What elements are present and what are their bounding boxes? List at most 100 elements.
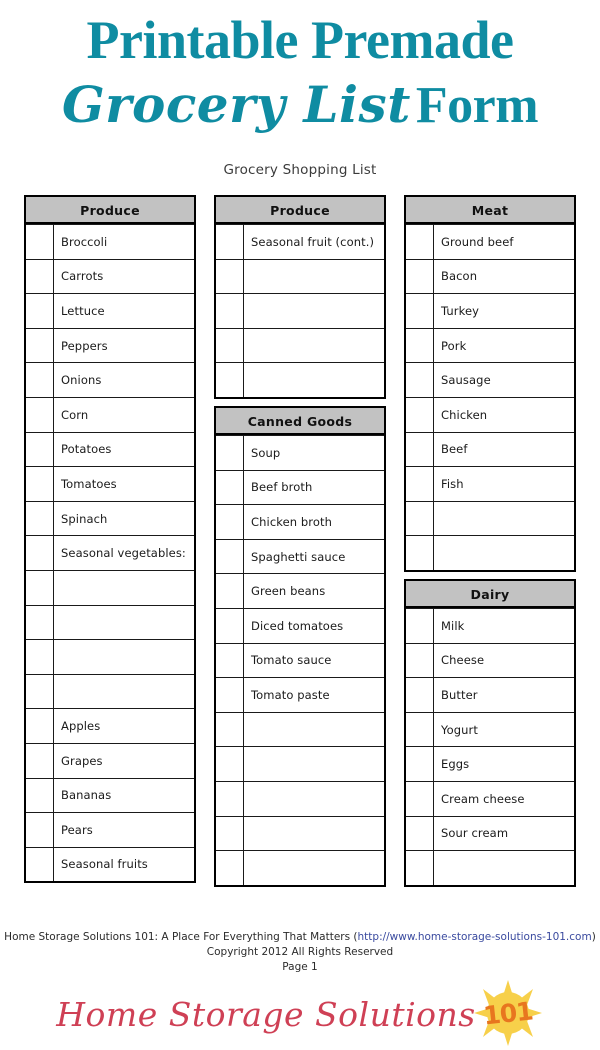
item-cell[interactable]: Potatoes (54, 433, 194, 467)
item-cell[interactable]: Bacon (434, 260, 574, 294)
item-cell[interactable]: Chicken broth (244, 505, 384, 539)
checkbox-cell[interactable] (406, 608, 434, 643)
checkbox-cell[interactable] (406, 363, 434, 397)
checkbox-cell[interactable] (216, 225, 244, 259)
checkbox-cell[interactable] (26, 501, 54, 536)
item-cell[interactable]: Yogurt (434, 713, 574, 747)
checkbox-cell[interactable] (406, 432, 434, 467)
item-cell[interactable] (54, 640, 194, 674)
item-cell[interactable] (244, 363, 384, 397)
checkbox-cell[interactable] (406, 225, 434, 259)
checkbox-cell[interactable] (216, 747, 244, 781)
item-cell[interactable]: Chicken (434, 398, 574, 432)
item-cell[interactable]: Apples (54, 709, 194, 743)
checkbox-cell[interactable] (216, 505, 244, 539)
item-cell[interactable] (434, 502, 574, 536)
checkbox-cell[interactable] (216, 851, 244, 885)
checkbox-cell[interactable] (406, 397, 434, 432)
checkbox-cell[interactable] (216, 608, 244, 643)
checkbox-cell[interactable] (406, 851, 434, 885)
checkbox-cell[interactable] (216, 259, 244, 294)
checkbox-cell[interactable] (216, 435, 244, 470)
item-cell[interactable]: Cheese (434, 644, 574, 678)
checkbox-cell[interactable] (216, 539, 244, 574)
checkbox-cell[interactable] (26, 259, 54, 294)
item-cell[interactable]: Pork (434, 329, 574, 363)
checkbox-cell[interactable] (26, 397, 54, 432)
checkbox-cell[interactable] (216, 363, 244, 397)
checkbox-cell[interactable] (26, 640, 54, 674)
checkbox-cell[interactable] (406, 781, 434, 816)
checkbox-cell[interactable] (26, 467, 54, 501)
item-cell[interactable]: Ground beef (434, 225, 574, 259)
item-cell[interactable]: Sour cream (434, 817, 574, 851)
checkbox-cell[interactable] (26, 743, 54, 778)
checkbox-cell[interactable] (406, 259, 434, 294)
checkbox-cell[interactable] (216, 712, 244, 747)
item-cell[interactable] (244, 294, 384, 328)
item-cell[interactable]: Green beans (244, 574, 384, 608)
item-cell[interactable]: Seasonal fruit (cont.) (244, 225, 384, 259)
item-cell[interactable]: Beef broth (244, 471, 384, 505)
checkbox-cell[interactable] (216, 678, 244, 712)
item-cell[interactable]: Pears (54, 813, 194, 847)
item-cell[interactable]: Seasonal vegetables: (54, 536, 194, 570)
item-cell[interactable]: Soup (244, 436, 384, 470)
checkbox-cell[interactable] (26, 294, 54, 328)
checkbox-cell[interactable] (26, 432, 54, 467)
item-cell[interactable]: Onions (54, 363, 194, 397)
item-cell[interactable]: Seasonal fruits (54, 848, 194, 882)
item-cell[interactable]: Tomato paste (244, 678, 384, 712)
item-cell[interactable] (244, 817, 384, 851)
checkbox-cell[interactable] (26, 536, 54, 570)
item-cell[interactable]: Diced tomatoes (244, 609, 384, 643)
checkbox-cell[interactable] (406, 643, 434, 678)
checkbox-cell[interactable] (216, 781, 244, 816)
checkbox-cell[interactable] (406, 712, 434, 747)
item-cell[interactable]: Bananas (54, 779, 194, 813)
checkbox-cell[interactable] (26, 778, 54, 813)
item-cell[interactable]: Tomatoes (54, 467, 194, 501)
checkbox-cell[interactable] (406, 678, 434, 712)
checkbox-cell[interactable] (406, 467, 434, 501)
item-cell[interactable]: Sausage (434, 363, 574, 397)
item-cell[interactable]: Spaghetti sauce (244, 540, 384, 574)
item-cell[interactable]: Butter (434, 678, 574, 712)
item-cell[interactable] (244, 851, 384, 885)
checkbox-cell[interactable] (406, 747, 434, 781)
item-cell[interactable] (54, 675, 194, 709)
item-cell[interactable] (244, 782, 384, 816)
checkbox-cell[interactable] (26, 847, 54, 882)
item-cell[interactable]: Carrots (54, 260, 194, 294)
item-cell[interactable]: Lettuce (54, 294, 194, 328)
checkbox-cell[interactable] (26, 709, 54, 743)
checkbox-cell[interactable] (216, 643, 244, 678)
item-cell[interactable]: Tomato sauce (244, 644, 384, 678)
item-cell[interactable] (244, 713, 384, 747)
item-cell[interactable]: Broccoli (54, 225, 194, 259)
checkbox-cell[interactable] (26, 225, 54, 259)
item-cell[interactable] (434, 536, 574, 570)
checkbox-cell[interactable] (406, 536, 434, 570)
footer-url[interactable]: http://www.home-storage-solutions-101.co… (358, 931, 592, 943)
item-cell[interactable]: Peppers (54, 329, 194, 363)
checkbox-cell[interactable] (216, 816, 244, 851)
item-cell[interactable] (434, 851, 574, 885)
checkbox-cell[interactable] (406, 294, 434, 328)
checkbox-cell[interactable] (216, 328, 244, 363)
checkbox-cell[interactable] (26, 813, 54, 847)
item-cell[interactable] (54, 606, 194, 640)
item-cell[interactable]: Grapes (54, 744, 194, 778)
item-cell[interactable] (54, 571, 194, 605)
item-cell[interactable]: Beef (434, 433, 574, 467)
item-cell[interactable]: Turkey (434, 294, 574, 328)
item-cell[interactable] (244, 747, 384, 781)
item-cell[interactable] (244, 329, 384, 363)
checkbox-cell[interactable] (216, 470, 244, 505)
checkbox-cell[interactable] (26, 363, 54, 397)
checkbox-cell[interactable] (26, 674, 54, 709)
item-cell[interactable]: Fish (434, 467, 574, 501)
item-cell[interactable]: Cream cheese (434, 782, 574, 816)
checkbox-cell[interactable] (216, 574, 244, 608)
checkbox-cell[interactable] (406, 501, 434, 536)
